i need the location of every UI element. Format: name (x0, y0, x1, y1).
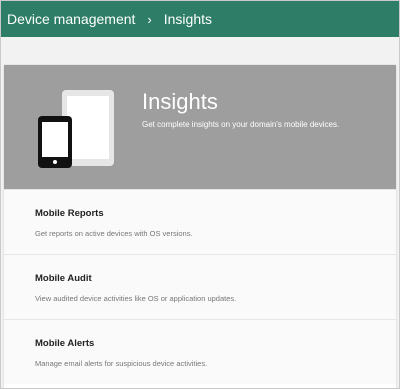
section-title: Mobile Alerts (35, 338, 95, 349)
top-bar: Device management › Insights (1, 1, 399, 37)
section-description: Get reports on active devices with OS ve… (35, 229, 193, 238)
section-title: Mobile Reports (35, 208, 104, 219)
breadcrumb-current: Insights (163, 11, 212, 27)
section-mobile-reports[interactable]: Mobile Reports Get reports on active dev… (4, 189, 396, 254)
hero-title: Insights (142, 89, 218, 114)
section-mobile-audit[interactable]: Mobile Audit View audited device activit… (4, 254, 396, 319)
breadcrumb-separator-icon: › (147, 11, 152, 27)
section-title: Mobile Audit (35, 273, 92, 284)
mobile-devices-icon (38, 90, 114, 168)
hero-subtitle: Get complete insights on your domain's m… (142, 120, 340, 129)
breadcrumb-device-management[interactable]: Device management (7, 11, 135, 27)
section-description: View audited device activities like OS o… (35, 294, 237, 303)
insights-card: Insights Get complete insights on your d… (4, 65, 396, 388)
insights-hero: Insights Get complete insights on your d… (4, 65, 396, 189)
app-frame: Device management › Insights Insights Ge… (0, 0, 400, 389)
section-mobile-alerts[interactable]: Mobile Alerts Manage email alerts for su… (4, 319, 396, 384)
section-description: Manage email alerts for suspicious devic… (35, 359, 208, 368)
